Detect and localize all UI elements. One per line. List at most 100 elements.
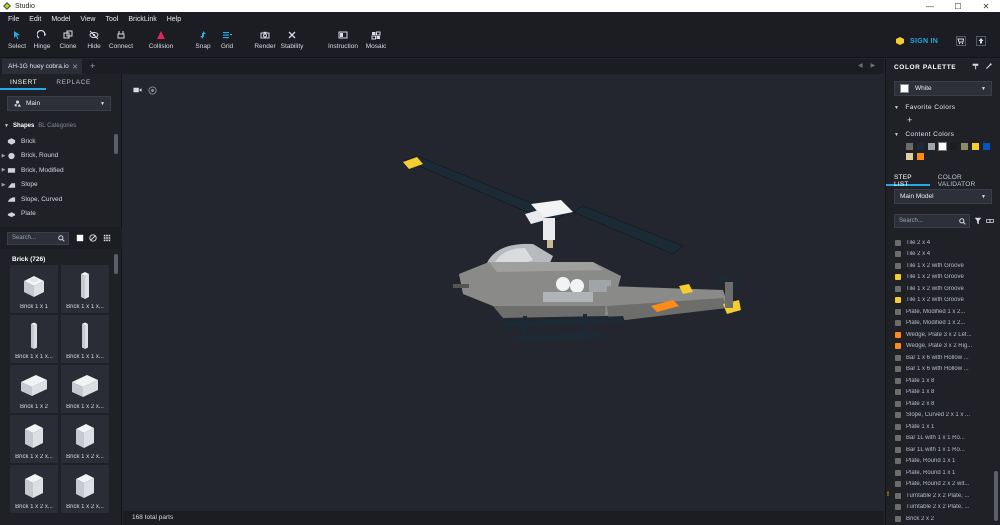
expand-arrow-icon[interactable]: ▶ xyxy=(0,153,7,159)
menu-view[interactable]: View xyxy=(80,16,95,23)
shape-item-brick-modified[interactable]: ▶ Brick, Modified xyxy=(0,163,114,178)
tab-insert[interactable]: INSERT xyxy=(0,74,47,90)
step-list-item[interactable]: Plate 1 x 8 xyxy=(886,387,994,399)
step-list-item[interactable]: Bar 1 x 6 with Hollow ... xyxy=(886,352,994,364)
step-list-item[interactable]: Wedge, Plate 3 x 2 Lef... xyxy=(886,329,994,341)
expand-arrow-icon[interactable]: ▶ xyxy=(0,182,7,188)
step-list-item[interactable]: Plate, Modified 1 x 2... xyxy=(886,318,994,330)
color-swatch[interactable] xyxy=(906,153,913,160)
brick-tile[interactable]: Brick 1 x 1 x... xyxy=(61,315,109,363)
brick-tile[interactable]: Brick 1 x 1 x... xyxy=(61,265,109,313)
color-swatch[interactable] xyxy=(972,143,979,150)
maximize-button[interactable]: ☐ xyxy=(944,2,972,11)
add-tab-button[interactable]: + xyxy=(90,61,95,71)
brick-tile[interactable]: Brick 1 x 2 x... xyxy=(10,415,58,463)
step-list-item[interactable]: Brick 2 x 2 xyxy=(886,513,994,525)
no-filter-icon[interactable] xyxy=(89,234,97,242)
brick-tile[interactable]: Brick 1 x 2 x... xyxy=(61,465,109,513)
step-list-item[interactable]: Plate 1 x 8 xyxy=(886,375,994,387)
step-list-item[interactable]: Turntable 2 x 2 Plate, ... xyxy=(886,490,994,502)
selected-color-dropdown[interactable]: White ▼ xyxy=(894,81,992,96)
favorite-colors-header[interactable]: ▼ Favorite Colors xyxy=(894,104,955,111)
eyedropper-icon[interactable] xyxy=(985,63,992,70)
collision-tool[interactable]: Collision xyxy=(146,30,176,50)
tab-shapes[interactable]: Shapes xyxy=(13,123,34,129)
add-favorite-color-button[interactable]: + xyxy=(907,115,912,125)
document-tab[interactable]: AH-1G huey cobra.io ✕ xyxy=(2,59,82,74)
step-list-item[interactable]: Tile 1 x 2 with Groove xyxy=(886,283,994,295)
brick-grid-scrollbar[interactable] xyxy=(114,254,118,274)
menu-model[interactable]: Model xyxy=(51,16,70,23)
color-square-icon[interactable] xyxy=(76,234,84,242)
step-list-item[interactable]: Plate, Round 1 x 1 xyxy=(886,456,994,468)
brick-tile[interactable]: Brick 1 x 1 xyxy=(10,265,58,313)
step-list-item[interactable]: Plate 2 x 8 xyxy=(886,398,994,410)
upload-icon[interactable] xyxy=(976,36,986,46)
color-swatch[interactable] xyxy=(950,143,957,150)
step-list-item[interactable]: Plate, Round 2 x 2 wit... xyxy=(886,479,994,491)
close-tab-icon[interactable]: ✕ xyxy=(72,63,78,71)
stability-tool[interactable]: Stability xyxy=(277,30,307,50)
shape-item-slope-curved[interactable]: Slope, Curved xyxy=(0,192,114,207)
brick-tile[interactable]: Brick 1 x 2 xyxy=(10,365,58,413)
step-list-item[interactable]: Bar 1L with 1 x 1 Ro... xyxy=(886,444,994,456)
brick-tile[interactable]: Brick 1 x 2 x... xyxy=(10,465,58,513)
menu-help[interactable]: Help xyxy=(167,16,181,23)
target-icon[interactable] xyxy=(148,86,157,95)
step-list-item[interactable]: Plate, Round 1 x 1 xyxy=(886,467,994,479)
close-button[interactable]: ✕ xyxy=(972,2,1000,11)
palette-select[interactable]: Main ▼ xyxy=(7,96,111,111)
link-icon[interactable] xyxy=(986,217,994,225)
step-list-item[interactable]: Tile 1 x 2 with Groove xyxy=(886,295,994,307)
sign-in-button[interactable]: SIGN IN xyxy=(896,37,938,45)
minimize-button[interactable]: — xyxy=(916,2,944,11)
step-list-item[interactable]: Turntable 2 x 2 Plate, ... xyxy=(886,502,994,514)
paint-roller-icon[interactable] xyxy=(972,63,979,70)
mosaic-tool[interactable]: Mosaic xyxy=(361,30,391,50)
menu-tool[interactable]: Tool xyxy=(105,16,118,23)
search-icon[interactable] xyxy=(58,235,65,242)
brick-tile[interactable]: Brick 1 x 2 x... xyxy=(61,365,109,413)
shape-list-scrollbar[interactable] xyxy=(114,134,118,154)
color-swatch[interactable] xyxy=(928,143,935,150)
step-list-item[interactable]: Tile 2 x 4 xyxy=(886,237,994,249)
color-swatch[interactable] xyxy=(906,143,913,150)
helicopter-model[interactable] xyxy=(393,156,753,376)
menu-edit[interactable]: Edit xyxy=(29,16,41,23)
color-swatch[interactable] xyxy=(983,143,990,150)
color-swatch[interactable] xyxy=(961,143,968,150)
tab-nav-arrows-icon[interactable]: ◀▶ xyxy=(858,62,883,69)
tab-replace[interactable]: REPLACE xyxy=(46,74,100,90)
step-list-item[interactable]: Slope, Curved 2 x 1 x ... xyxy=(886,410,994,422)
step-list-item[interactable]: Plate, Modified 1 x 2... xyxy=(886,306,994,318)
shape-item-brick[interactable]: Brick xyxy=(0,134,114,149)
step-list-item[interactable]: Wedge, Plate 3 x 2 Rig... xyxy=(886,341,994,353)
render-tool[interactable]: Render xyxy=(250,30,280,50)
hide-tool[interactable]: Hide xyxy=(79,30,109,50)
grid-tool[interactable]: Grid xyxy=(212,30,242,50)
color-swatch[interactable] xyxy=(917,153,924,160)
tab-step-list[interactable]: STEP LIST xyxy=(886,170,930,188)
step-list-scrollbar[interactable] xyxy=(994,471,998,521)
step-search-input[interactable]: Search... xyxy=(894,214,970,228)
search-icon[interactable] xyxy=(959,218,966,225)
filter-icon[interactable] xyxy=(974,217,982,225)
brick-tile[interactable]: Brick 1 x 2 x... xyxy=(61,415,109,463)
step-list-item[interactable]: Bar 1L with 1 x 1 Ro... xyxy=(886,433,994,445)
grid-view-icon[interactable] xyxy=(103,234,111,242)
model-select-dropdown[interactable]: Main Model ▼ xyxy=(894,189,992,204)
step-list-item[interactable]: Bar 1 x 6 with Hollow ... xyxy=(886,364,994,376)
part-search-input[interactable]: Search... xyxy=(7,232,69,245)
color-swatch[interactable] xyxy=(917,143,924,150)
shape-item-slope[interactable]: ▶ Slope xyxy=(0,178,114,193)
tab-bl-categories[interactable]: BL Categories xyxy=(38,123,76,129)
tab-color-validator[interactable]: COLOR VALIDATOR xyxy=(930,170,1000,188)
step-list-item[interactable]: Plate 1 x 1 xyxy=(886,421,994,433)
menu-bricklink[interactable]: BrickLink xyxy=(128,16,156,23)
expand-arrow-icon[interactable]: ▶ xyxy=(0,167,7,173)
brick-tile[interactable]: Brick 1 x 1 x... xyxy=(10,315,58,363)
color-swatch[interactable] xyxy=(938,142,947,151)
cart-icon[interactable] xyxy=(956,36,966,46)
content-colors-header[interactable]: ▼ Content Colors xyxy=(894,131,954,138)
menu-file[interactable]: File xyxy=(8,16,19,23)
